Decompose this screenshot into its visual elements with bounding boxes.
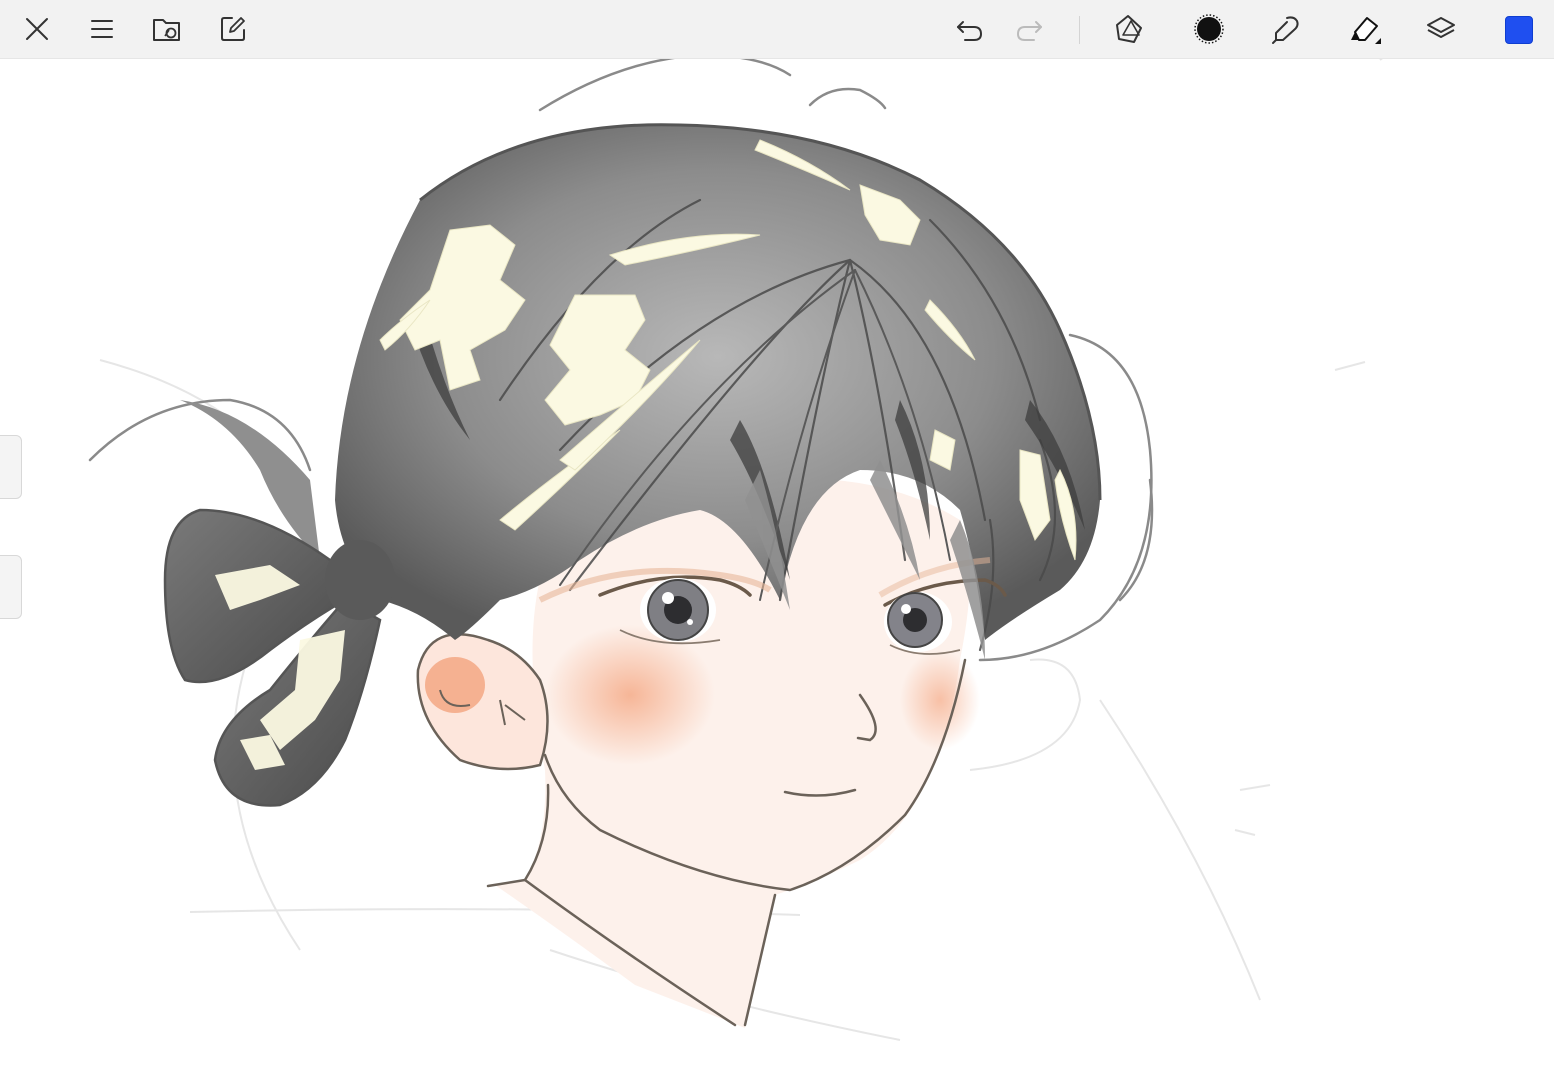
redo-icon bbox=[1016, 21, 1042, 41]
smudge-button[interactable] bbox=[1264, 7, 1308, 51]
menu-icon bbox=[91, 20, 113, 38]
folder-icon bbox=[153, 19, 180, 41]
redo-button[interactable] bbox=[1007, 7, 1051, 51]
layers-button[interactable] bbox=[1419, 7, 1463, 51]
edit-share-icon bbox=[221, 17, 245, 41]
eraser-icon bbox=[1351, 17, 1381, 44]
shapes-icon bbox=[1116, 15, 1142, 43]
drawing-app bbox=[0, 0, 1554, 1080]
ear bbox=[416, 633, 549, 771]
brush-size-slider[interactable] bbox=[0, 435, 22, 499]
actions-button[interactable] bbox=[211, 7, 255, 51]
close-button[interactable] bbox=[15, 7, 59, 51]
brush-button[interactable] bbox=[1187, 7, 1231, 51]
smudge-icon bbox=[1272, 16, 1299, 44]
top-toolbar bbox=[0, 0, 1554, 59]
opacity-slider[interactable] bbox=[0, 555, 22, 619]
drawing-canvas[interactable] bbox=[0, 58, 1554, 1080]
color-picker-button[interactable] bbox=[1505, 16, 1533, 44]
shapes-button[interactable] bbox=[1108, 7, 1152, 51]
undo-button[interactable] bbox=[948, 7, 992, 51]
undo-icon bbox=[957, 21, 983, 41]
layers-icon bbox=[1427, 17, 1455, 38]
close-icon bbox=[26, 18, 48, 40]
brush-icon bbox=[1194, 14, 1224, 44]
eraser-button[interactable] bbox=[1343, 7, 1387, 51]
menu-button[interactable] bbox=[80, 7, 124, 51]
gallery-button[interactable] bbox=[145, 7, 189, 51]
toolbar-separator bbox=[1079, 16, 1080, 44]
artwork bbox=[88, 58, 1385, 1041]
